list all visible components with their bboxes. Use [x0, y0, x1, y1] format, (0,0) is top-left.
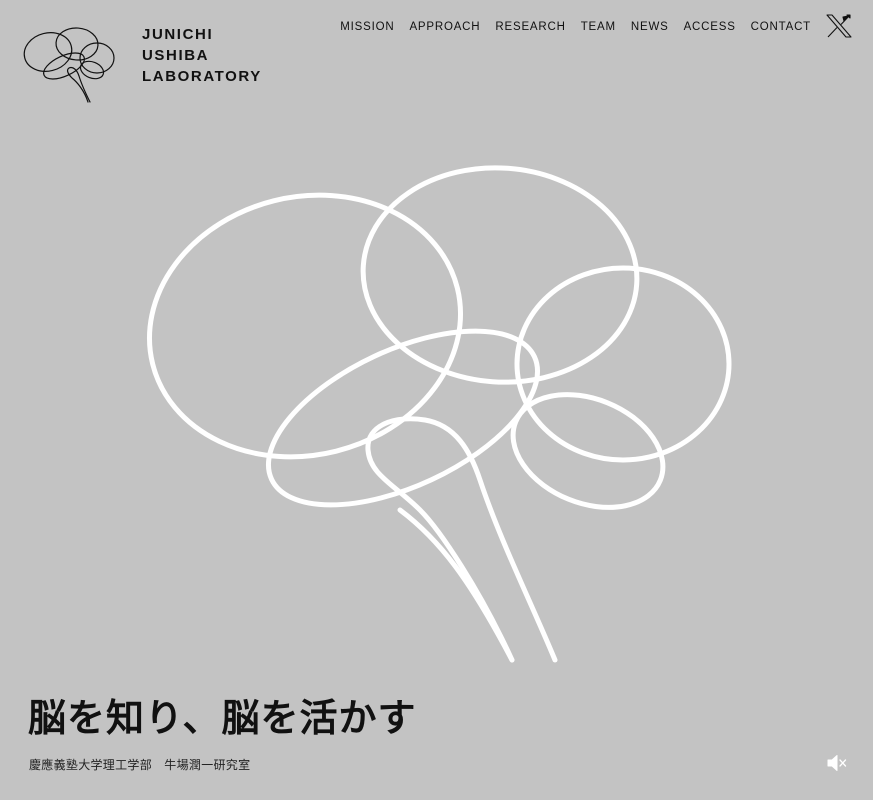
nav-item-team[interactable]: TEAM: [581, 21, 616, 33]
logo-line-1: JUNICHI: [142, 26, 214, 43]
logo-wordmark: JUNICHI USHIBA LABORATORY: [142, 24, 262, 87]
hero-subline: 慶應義塾大学理工学部 牛場潤一研究室: [29, 758, 251, 772]
logo-line-3: LABORATORY: [142, 68, 262, 85]
logo-line-2: USHIBA: [142, 47, 210, 64]
x-twitter-icon: [826, 14, 852, 38]
nav-item-research[interactable]: RESEARCH: [495, 21, 565, 33]
brain-outline-icon: [23, 27, 115, 103]
nav-item-news[interactable]: NEWS: [631, 21, 669, 33]
main-nav: MISSION APPROACH RESEARCH TEAM NEWS ACCE…: [340, 21, 811, 33]
nav-item-access[interactable]: ACCESS: [684, 21, 736, 33]
brain-line-drawing-icon: [146, 165, 732, 663]
x-social-link[interactable]: [825, 12, 853, 40]
nav-item-contact[interactable]: CONTACT: [751, 21, 811, 33]
logo-home-link[interactable]: JUNICHI USHIBA LABORATORY: [22, 20, 262, 106]
nav-item-mission[interactable]: MISSION: [340, 21, 394, 33]
sound-toggle-button[interactable]: [827, 754, 847, 772]
hero-headline: 脳を知り、脳を活かす: [28, 696, 417, 740]
speaker-muted-icon: [827, 755, 847, 771]
page: JUNICHI USHIBA LABORATORY MISSION APPROA…: [0, 0, 873, 800]
nav-item-approach[interactable]: APPROACH: [409, 21, 480, 33]
